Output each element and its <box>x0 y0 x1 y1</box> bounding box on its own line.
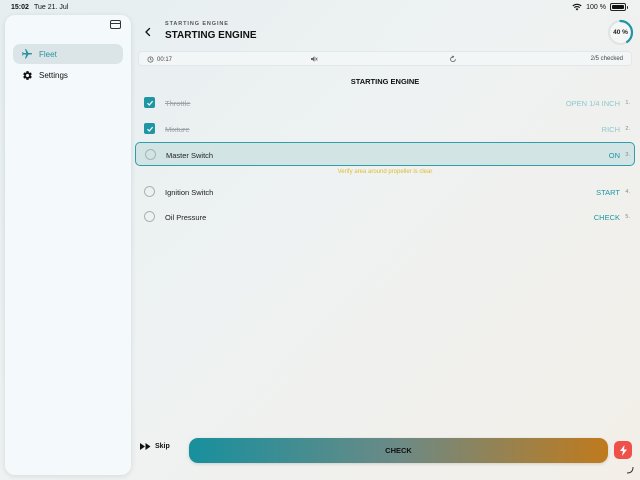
checklist-row[interactable]: Ignition Switch START 4. <box>138 181 632 202</box>
item-label: Throttle <box>165 99 191 108</box>
checklist-row[interactable]: Oil Pressure CHECK 5. <box>138 206 632 227</box>
item-number: 3. <box>625 152 630 158</box>
checkmark-icon <box>146 126 153 132</box>
checklist-row[interactable]: Mixture RICH 2. <box>138 118 632 139</box>
item-label: Mixture <box>165 125 190 134</box>
status-time: 15:02 <box>11 4 29 11</box>
checkbox[interactable] <box>144 211 155 222</box>
page-title: STARTING ENGINE <box>165 30 257 41</box>
item-note: Verify area around propeller is clear <box>337 169 433 175</box>
back-chevron-icon[interactable] <box>143 27 153 37</box>
skip-label: Skip <box>155 443 170 450</box>
checkbox-checked[interactable] <box>144 97 155 108</box>
sidebar-item-label: Settings <box>39 70 68 80</box>
item-action: RICH <box>601 125 620 134</box>
checkbox[interactable] <box>144 186 155 197</box>
item-action: OPEN 1/4 INCH <box>565 99 620 108</box>
sidebar-item-fleet[interactable]: Fleet <box>13 44 123 64</box>
status-bar: 15:02 Tue 21. Jul 100 % <box>0 0 640 16</box>
progress-ring: 40 % <box>607 19 634 46</box>
lightning-icon <box>619 444 627 456</box>
timer-value: 00:17 <box>157 56 173 63</box>
checked-count: 2/5 checked <box>590 56 623 62</box>
item-action: ON <box>608 151 620 160</box>
emergency-button[interactable] <box>614 441 632 459</box>
item-action: CHECK <box>593 213 620 222</box>
skip-button[interactable]: Skip <box>140 443 170 450</box>
fast-forward-icon <box>140 443 151 450</box>
sidebar: Fleet Settings <box>5 15 131 475</box>
item-label: Oil Pressure <box>165 213 207 222</box>
sidebar-item-settings[interactable]: Settings <box>13 65 123 85</box>
checkbox-checked[interactable] <box>144 123 155 134</box>
checkbox[interactable] <box>145 149 156 160</box>
info-bar: 00:17 2/5 checked <box>138 51 632 66</box>
item-label: Master Switch <box>166 151 214 160</box>
wifi-icon <box>572 3 582 11</box>
resize-handle-icon[interactable] <box>626 466 634 474</box>
progress-percent: 40 % <box>613 29 628 36</box>
item-number: 2. <box>625 126 630 132</box>
checklist-row-current[interactable]: Master Switch ON 3. <box>135 142 635 166</box>
timer-icon <box>147 56 154 63</box>
item-number: 5. <box>625 214 630 220</box>
gear-icon <box>21 69 33 81</box>
item-label: Ignition Switch <box>165 188 214 197</box>
section-title: STARTING ENGINE <box>350 77 420 86</box>
timer: 00:17 <box>147 56 172 63</box>
item-number: 1. <box>625 100 630 106</box>
page-subtitle: STARTING ENGINE <box>165 21 229 27</box>
sidebar-toggle-icon[interactable] <box>110 20 121 29</box>
battery-percent: 100 % <box>586 3 606 11</box>
sidebar-item-label: Fleet <box>39 49 57 59</box>
mute-icon[interactable] <box>310 55 318 63</box>
checklist-row[interactable]: Throttle OPEN 1/4 INCH 1. <box>138 92 632 113</box>
check-button[interactable]: CHECK <box>189 438 608 463</box>
reset-icon[interactable] <box>449 55 457 63</box>
check-label: CHECK <box>385 446 412 455</box>
status-date: Tue 21. Jul <box>34 4 69 11</box>
airplane-icon <box>21 48 33 60</box>
item-number: 4. <box>625 189 630 195</box>
checkmark-icon <box>146 100 153 106</box>
status-right: 100 % <box>572 3 628 11</box>
item-action: START <box>596 188 620 197</box>
battery-icon <box>610 3 628 11</box>
